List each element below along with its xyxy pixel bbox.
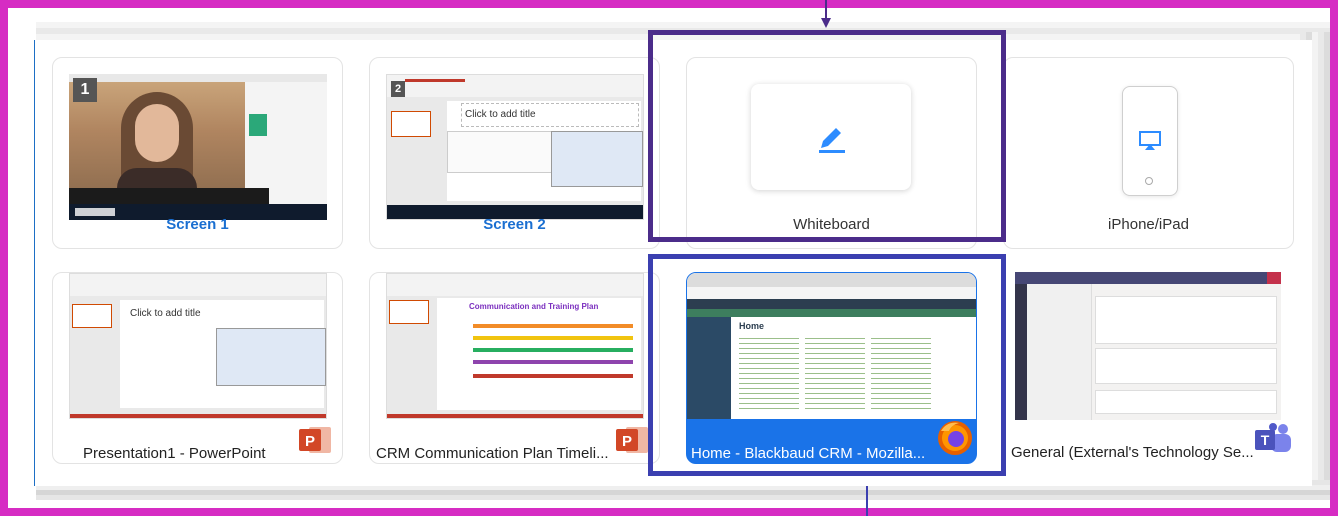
phone-icon (1122, 86, 1178, 196)
share-option-screen-2[interactable]: Click to add title 2 Screen 2 (369, 57, 660, 249)
screen-1-preview: 1 (69, 74, 327, 220)
screen-2-preview: Click to add title 2 (386, 74, 644, 220)
share-option-iphone-ipad[interactable]: iPhone/iPad (1003, 57, 1294, 249)
powerpoint-icon: P (299, 427, 331, 453)
share-option-label: Screen 2 (483, 216, 546, 233)
selection-highlight (648, 254, 1006, 476)
share-option-powerpoint-presentation1[interactable]: Click to add title Presentation1 - Power… (52, 272, 343, 464)
powerpoint-icon: P (616, 427, 648, 453)
airplay-icon (1139, 131, 1161, 150)
plan-title: Communication and Training Plan (469, 302, 599, 311)
share-option-label: General (External's Technology Se... (1011, 444, 1254, 461)
slide-title-placeholder: Click to add title (465, 109, 536, 120)
window-preview: Communication and Training Plan (386, 273, 644, 419)
share-option-label: iPhone/iPad (1108, 216, 1189, 233)
share-option-label: Presentation1 - PowerPoint (83, 445, 266, 462)
share-option-crm-communication-plan[interactable]: Communication and Training Plan CRM Comm… (369, 272, 660, 464)
annotation-arrow-top (821, 0, 831, 30)
screen-number-badge: 2 (391, 81, 405, 97)
screen-number-badge: 1 (73, 78, 97, 102)
slide-title-placeholder: Click to add title (130, 308, 201, 319)
window-preview: Click to add title (69, 273, 327, 419)
svg-text:P: P (622, 433, 632, 450)
share-option-label: CRM Communication Plan Timeli... (376, 445, 609, 462)
svg-text:P: P (305, 433, 315, 450)
share-option-label: Screen 1 (166, 216, 229, 233)
panel-border (34, 40, 35, 486)
whiteboard-highlight (648, 30, 1006, 242)
share-option-teams-general[interactable]: General (External's Technology Se... T (1003, 272, 1294, 464)
window-preview (1015, 272, 1281, 420)
teams-icon: T (1255, 423, 1291, 452)
svg-text:T: T (1261, 432, 1270, 448)
share-option-screen-1[interactable]: 1 Screen 1 (52, 57, 343, 249)
